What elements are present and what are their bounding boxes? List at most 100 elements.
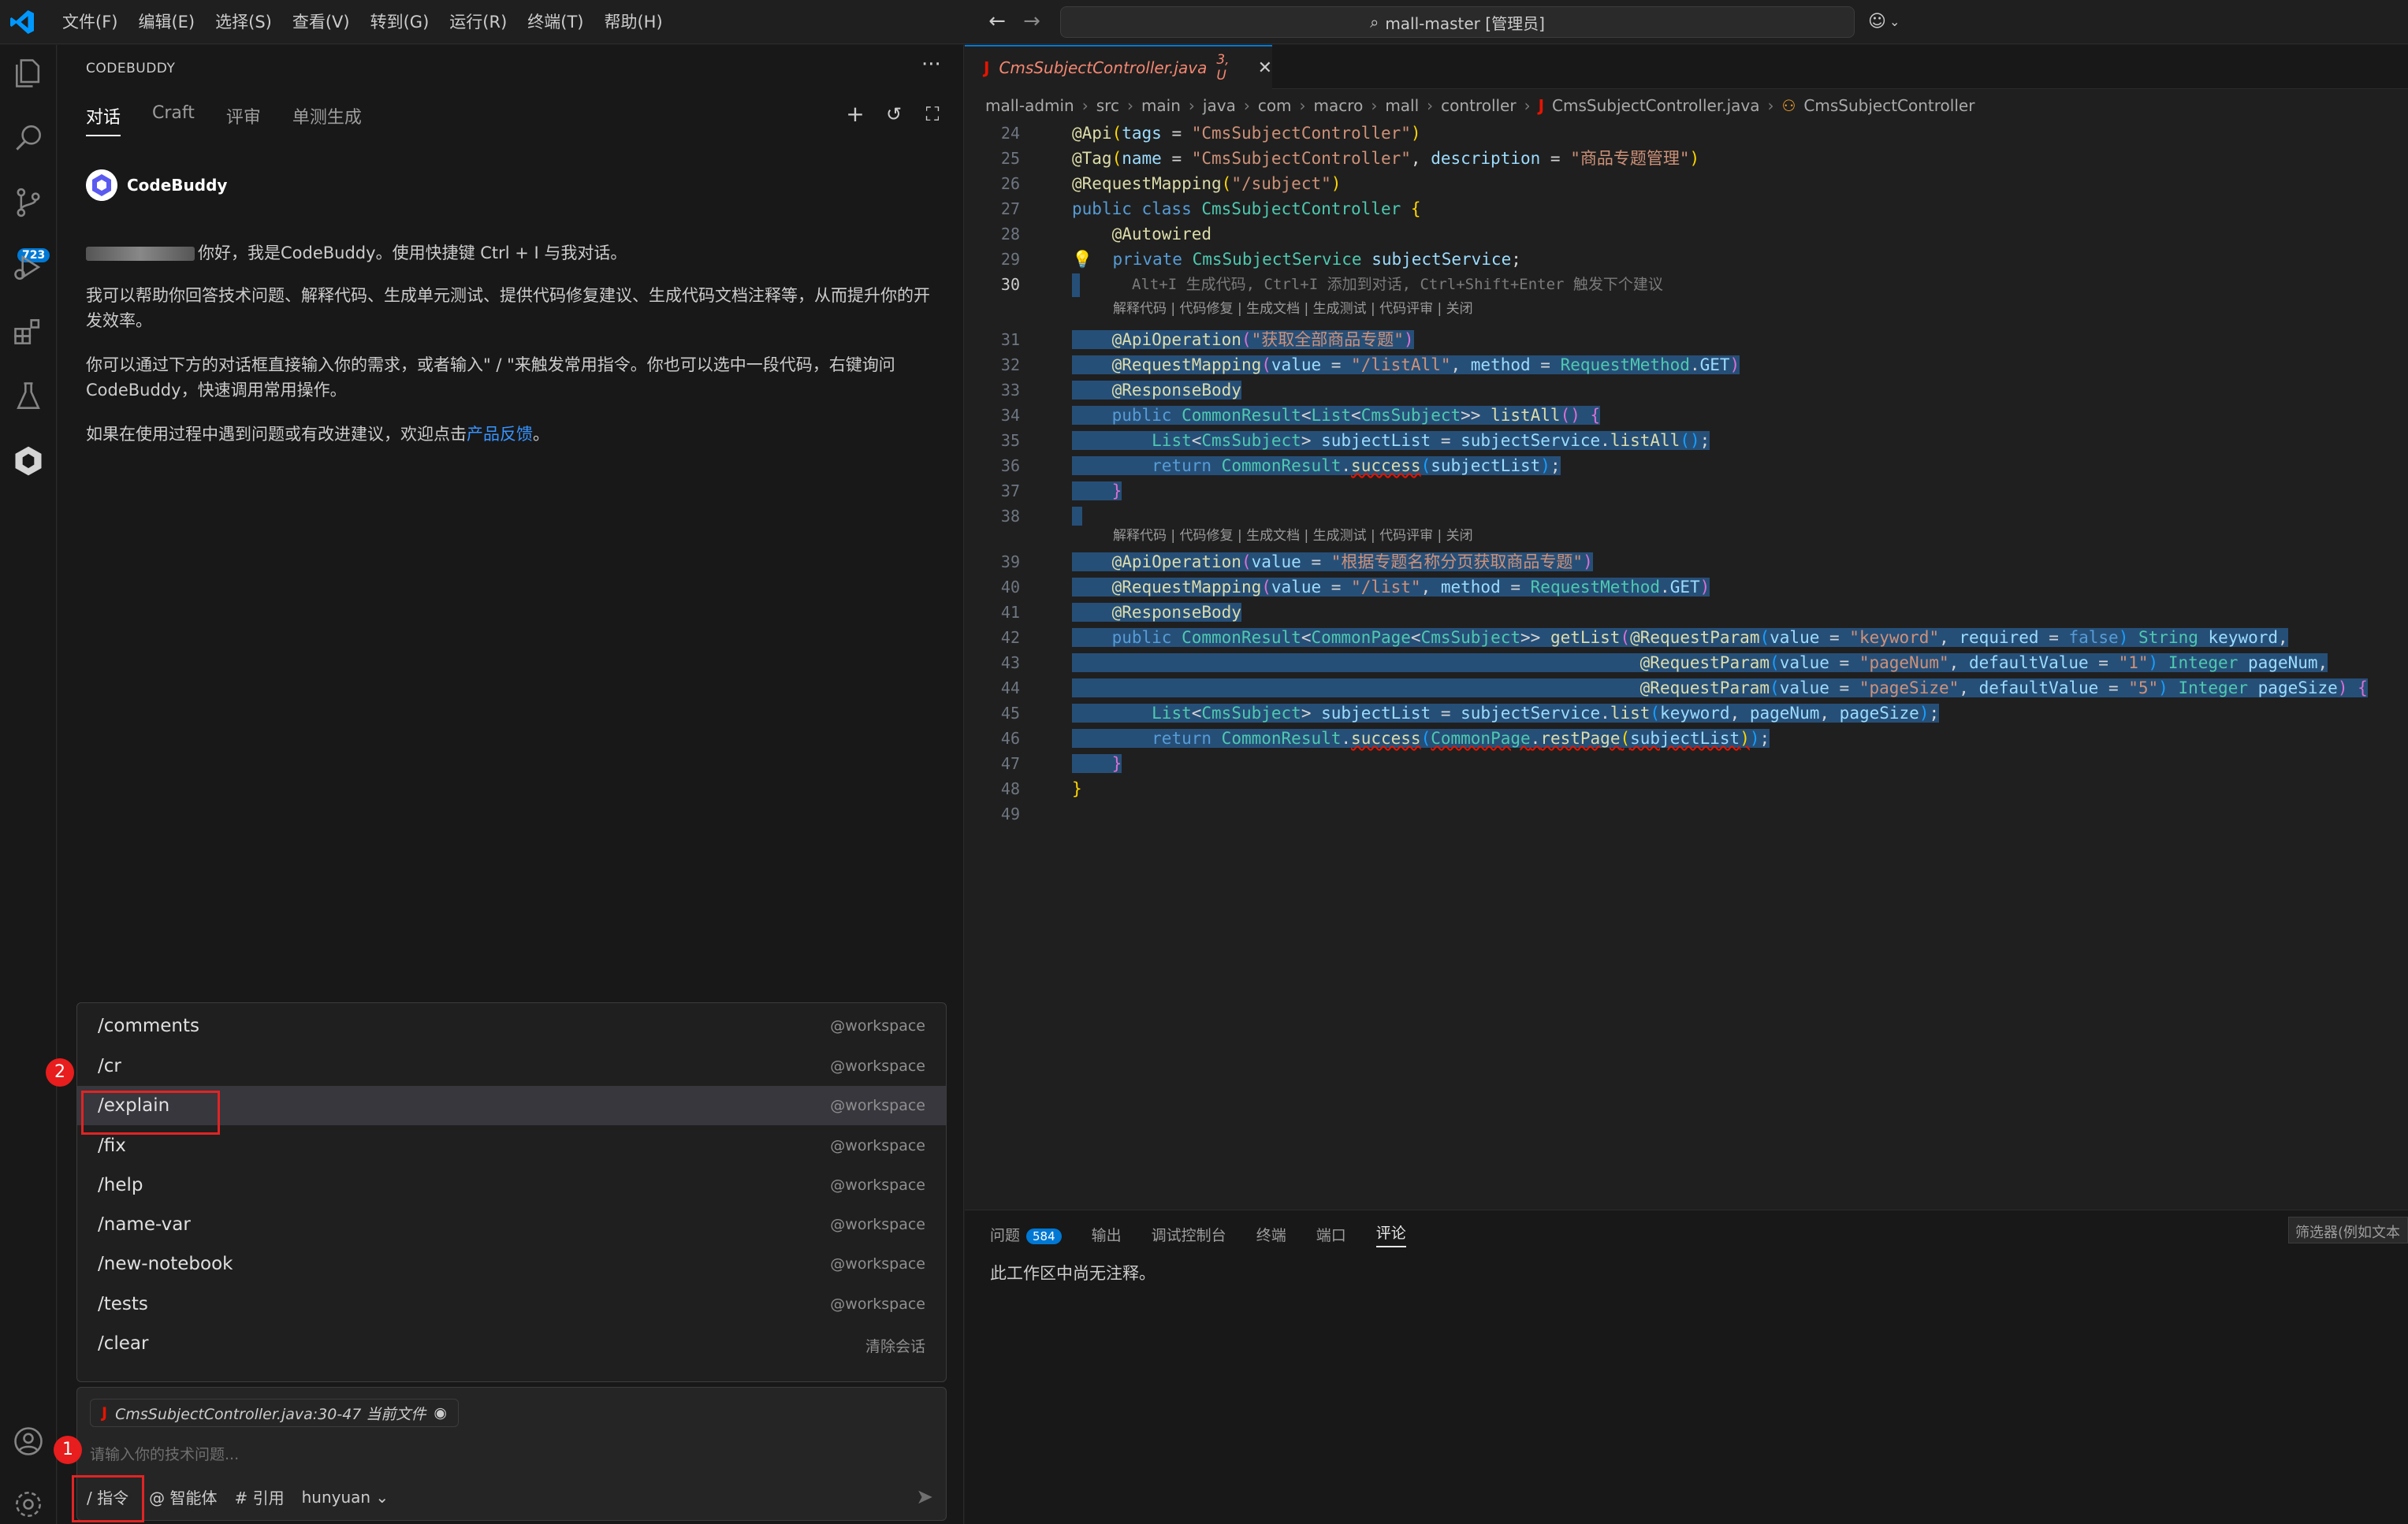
tab-debug-console[interactable]: 调试控制台 — [1152, 1224, 1226, 1245]
breadcrumb-item[interactable]: java — [1203, 96, 1236, 115]
code-line: @Autowired — [1111, 225, 1212, 243]
usage-message: 你可以通过下方的对话框直接输入你的需求，或者输入" / "来触发常用指令。你也可… — [86, 355, 895, 400]
command-item[interactable]: /new-notebook @workspace — [77, 1244, 946, 1284]
menu-edit[interactable]: 编辑(E) — [128, 6, 205, 38]
menu-view[interactable]: 查看(V) — [282, 6, 360, 38]
line-number: 44 — [1000, 678, 1020, 697]
code-editor[interactable]: 24 25 26 27 28 29 30 31 32 33 34 35 36 3… — [965, 121, 2408, 909]
menu-file[interactable]: 文件(F) — [52, 6, 128, 38]
codebuddy-icon[interactable] — [11, 444, 46, 478]
menu-help[interactable]: 帮助(H) — [594, 6, 672, 38]
line-number: 34 — [1000, 406, 1020, 425]
code-line: } — [1072, 478, 1122, 504]
expand-icon[interactable]: ⛶ — [918, 100, 947, 128]
arrow-left-icon[interactable]: ← — [985, 9, 1009, 33]
breadcrumb-item[interactable]: mall — [1385, 96, 1419, 115]
feedback-link[interactable]: 产品反馈 — [467, 425, 533, 444]
breadcrumb-item[interactable]: com — [1258, 96, 1292, 115]
code-line: } — [1072, 751, 1122, 776]
chat-input-box: J CmsSubjectController.java:30-47 当前文件 ◉… — [76, 1387, 947, 1521]
editor-tab-active[interactable]: J CmsSubjectController.java 3, U ✕ — [965, 45, 1272, 89]
panel-tabs: 问题 584 输出 调试控制台 终端 端口 评论 — [990, 1221, 1406, 1247]
menu-run[interactable]: 运行(R) — [439, 6, 517, 38]
new-chat-icon[interactable]: + — [841, 100, 869, 128]
send-icon[interactable]: ➤ — [916, 1485, 933, 1509]
code-line: return CommonResult.success(CommonPage.r… — [1072, 726, 1770, 751]
title-bar: 文件(F) 编辑(E) 选择(S) 查看(V) 转到(G) 运行(R) 终端(T… — [0, 0, 2408, 44]
explorer-icon[interactable] — [11, 56, 46, 91]
arrow-right-icon[interactable]: → — [1020, 9, 1044, 33]
code-line: 💡 private CmsSubjectService subjectServi… — [1072, 250, 1521, 269]
code-line: @RequestParam(value = "pageNum", default… — [1072, 650, 2328, 675]
model-selector[interactable]: hunyuan ⌄ — [302, 1488, 389, 1507]
codelens-actions[interactable]: 解释代码 | 代码修复 | 生成文档 | 生成测试 | 代码评审 | 关闭 — [1113, 526, 1473, 546]
tab-comments[interactable]: 评论 — [1375, 1221, 1406, 1247]
menu-terminal[interactable]: 终端(T) — [517, 6, 594, 38]
breadcrumb-item[interactable]: macro — [1314, 96, 1364, 115]
tab-output[interactable]: 输出 — [1092, 1224, 1122, 1245]
command-item[interactable]: /help @workspace — [77, 1165, 946, 1205]
chevron-down-icon: ⌄ — [1889, 13, 1900, 29]
tab-status: 3, U — [1216, 52, 1230, 84]
command-item[interactable]: /tests @workspace — [77, 1284, 946, 1324]
feedback-message: 如果在使用过程中遇到问题或有改进建议，欢迎点击产品反馈。 — [86, 425, 549, 444]
menu-selection[interactable]: 选择(S) — [205, 6, 282, 38]
testing-icon[interactable] — [11, 379, 46, 414]
run-debug-icon[interactable] — [11, 250, 46, 284]
codelens-actions[interactable]: 解释代码 | 代码修复 | 生成文档 | 生成测试 | 代码评审 | 关闭 — [1113, 299, 1473, 319]
copilot-menu-button[interactable]: ☺ ⌄ — [1868, 8, 1912, 35]
line-number: 42 — [1000, 628, 1020, 647]
breadcrumb-item[interactable]: CmsSubjectController.java — [1552, 96, 1759, 115]
line-number: 26 — [1000, 174, 1020, 193]
chat-input[interactable]: 请输入你的技术问题... — [90, 1443, 239, 1464]
code-line: public class CmsSubjectController { — [1072, 199, 1421, 218]
code-line: public CommonResult<List<CmsSubject>> li… — [1072, 403, 1601, 428]
filter-input[interactable]: 筛选器(例如文本 — [2288, 1217, 2408, 1243]
code-line: @RequestMapping(value = "/list", method … — [1072, 574, 1710, 600]
command-item[interactable]: /clear 清除会话 — [77, 1324, 946, 1363]
command-item[interactable]: /comments @workspace — [77, 1006, 946, 1046]
breadcrumb-item[interactable]: src — [1096, 96, 1119, 115]
sidebar-tabs: 对话 Craft 评审 单测生成 — [86, 103, 393, 136]
tab-ports[interactable]: 端口 — [1316, 1224, 1346, 1245]
tab-unit-test[interactable]: 单测生成 — [292, 103, 362, 136]
code-line: public CommonResult<CommonPage<CmsSubjec… — [1072, 625, 2288, 650]
breadcrumb-item[interactable]: main — [1141, 96, 1181, 115]
line-number: 38 — [1000, 507, 1020, 526]
agent-button[interactable]: @ 智能体 — [149, 1485, 217, 1508]
reference-button[interactable]: # 引用 — [234, 1485, 284, 1508]
breadcrumb-item[interactable]: CmsSubjectController — [1803, 96, 1974, 115]
history-icon[interactable]: ↺ — [880, 100, 908, 128]
assistant-name: CodeBuddy — [127, 176, 228, 195]
tab-craft[interactable]: Craft — [152, 103, 195, 136]
breadcrumb-item[interactable]: controller — [1441, 96, 1516, 115]
more-actions-icon[interactable]: ··· — [921, 53, 941, 76]
copilot-icon: ☺ — [1868, 11, 1886, 32]
lightbulb-icon[interactable]: 💡 — [1072, 250, 1092, 269]
context-chip[interactable]: J CmsSubjectController.java:30-47 当前文件 ◉ — [90, 1399, 460, 1427]
settings-gear-icon[interactable] — [11, 1487, 46, 1522]
line-number: 49 — [1000, 805, 1020, 823]
menu-go[interactable]: 转到(G) — [360, 6, 440, 38]
line-number: 39 — [1000, 552, 1020, 571]
tab-problems[interactable]: 问题 584 — [990, 1224, 1062, 1245]
tab-review[interactable]: 评审 — [226, 103, 261, 136]
class-icon: ⚇ — [1781, 96, 1796, 115]
tab-chat[interactable]: 对话 — [86, 103, 121, 136]
command-item[interactable]: /name-var @workspace — [77, 1205, 946, 1244]
editor-tab-bar: J CmsSubjectController.java 3, U ✕ — [965, 45, 2408, 89]
sidebar-title: CODEBUDDY — [86, 61, 176, 76]
search-icon[interactable] — [11, 121, 46, 155]
command-center[interactable]: ⌕ mall-master [管理员] — [1060, 6, 1855, 38]
line-number: 37 — [1000, 481, 1020, 500]
code-line: @RequestParam(value = "pageSize", defaul… — [1072, 675, 2368, 701]
close-icon[interactable]: ✕ — [1258, 58, 1272, 78]
eye-icon[interactable]: ◉ — [434, 1404, 447, 1422]
account-icon[interactable] — [11, 1424, 46, 1459]
breadcrumb-item[interactable]: mall-admin — [985, 96, 1074, 115]
extensions-icon[interactable] — [11, 314, 46, 349]
tab-terminal[interactable]: 终端 — [1256, 1224, 1286, 1245]
command-item[interactable]: /cr @workspace — [77, 1046, 946, 1086]
source-control-icon[interactable] — [11, 185, 46, 220]
line-number: 25 — [1000, 149, 1020, 168]
